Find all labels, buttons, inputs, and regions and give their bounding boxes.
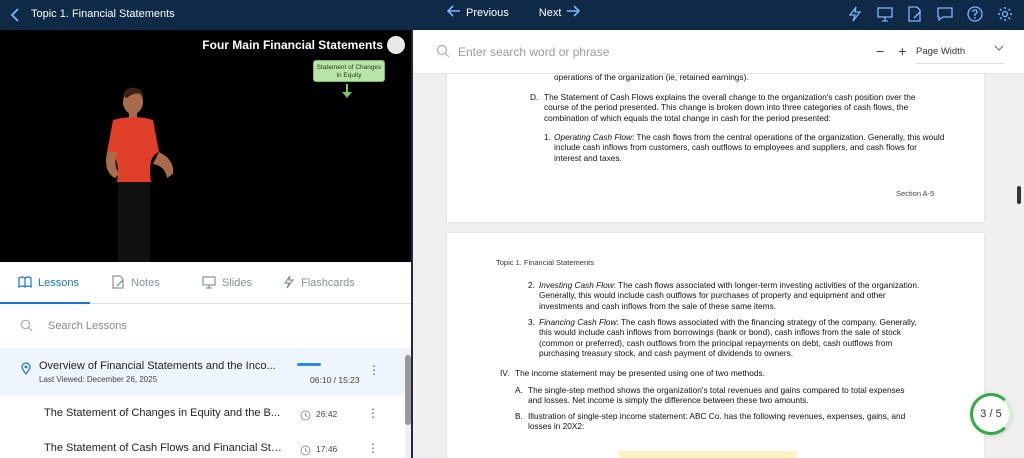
zoom-mode-select[interactable]: Page Width (916, 42, 1004, 64)
lesson-search-input[interactable]: Search Lessons (0, 305, 411, 347)
tab-label: Flashcards (301, 277, 355, 289)
page-text: Illustration of single-step income state… (528, 411, 906, 432)
video-callout: Statement of Changes in Equity (313, 60, 385, 82)
notes-icon (111, 274, 125, 292)
lightning-icon (283, 275, 295, 292)
next-button[interactable]: Next (539, 5, 581, 20)
table-highlight (619, 451, 797, 458)
zoom-mode-value: Page Width (916, 46, 966, 57)
video-player[interactable]: Four Main Financial Statements Statement… (0, 30, 411, 262)
page-text: Financing Cash Flow: The cash flows asso… (539, 317, 925, 358)
page-text: The Statement of Cash Flows explains the… (544, 92, 916, 123)
term: Investing Cash Flow (539, 280, 614, 290)
gear-icon[interactable] (996, 5, 1014, 23)
progress-bar (297, 363, 321, 366)
search-icon (436, 44, 450, 63)
search-placeholder: Search Lessons (48, 320, 127, 332)
list-item[interactable]: The Statement of Changes in Equity and t… (0, 395, 405, 432)
chevron-down-icon (994, 44, 1004, 55)
document-toolbar: Enter search word or phrase − + Page Wid… (413, 30, 1024, 74)
lesson-time: 17:46 (316, 444, 338, 454)
more-options-icon[interactable]: ⋮ (367, 441, 379, 455)
page-indicator-badge[interactable]: 3 / 5 (970, 393, 1012, 435)
tab-label: Notes (131, 277, 160, 289)
document-page: Topic 1. Financial Statements 2. Investi… (447, 233, 984, 458)
notes-icon[interactable] (906, 5, 924, 23)
page-title: Topic 1. Financial Statements (31, 8, 175, 20)
previous-button[interactable]: Previous (446, 5, 509, 20)
logo-icon (387, 36, 405, 54)
page-text: Operating Cash Flow: The cash flows from… (554, 132, 946, 163)
item-marker: 2. (528, 280, 535, 290)
lesson-time: 06:10 / 15:23 (310, 375, 360, 385)
active-tab-indicator (0, 302, 90, 304)
item-marker: IV. (500, 368, 510, 378)
lightning-icon[interactable] (846, 5, 864, 23)
arrow-right-icon (566, 5, 581, 20)
tab-notes[interactable]: Notes (111, 262, 160, 304)
tab-lessons[interactable]: Lessons (18, 262, 79, 304)
lesson-name: The Statement of Cash Flows and Financia… (44, 442, 282, 454)
item-marker: 3. (528, 317, 535, 327)
lesson-navigation: Previous Next (446, 5, 581, 20)
tab-slides[interactable]: Slides (202, 262, 252, 304)
sidebar-tabs: Lessons Notes Slides Flashcards (0, 262, 411, 304)
page-header: Topic 1. Financial Statements (496, 258, 594, 267)
arrow-left-icon (446, 5, 461, 20)
book-icon (18, 275, 32, 291)
item-marker: D. (530, 92, 539, 102)
page-text: Investing Cash Flow: The cash flows asso… (539, 280, 923, 311)
zoom-in-button[interactable]: + (898, 43, 906, 59)
last-viewed: Last Viewed: December 26, 2025 (39, 375, 158, 384)
page-footer: Section A-5 (896, 189, 935, 198)
presenter-figure (106, 87, 174, 262)
previous-label: Previous (466, 6, 509, 19)
clock-icon (300, 408, 311, 426)
list-item[interactable]: Overview of Financial Statements and the… (0, 348, 405, 395)
toolbar-icons (846, 5, 1014, 23)
page-text: operations of the organization (ie, reta… (554, 74, 749, 82)
page-text: The single-step method shows the organiz… (528, 385, 905, 406)
back-chevron-icon[interactable] (6, 5, 24, 25)
comment-icon[interactable] (936, 5, 954, 23)
location-pin-icon (21, 362, 31, 380)
zoom-controls: − + (876, 43, 906, 59)
item-marker: B. (515, 411, 523, 421)
lesson-name: Overview of Financial Statements and the… (39, 360, 276, 372)
document-page: operations of the organization (ie, reta… (447, 74, 984, 222)
search-icon (20, 319, 33, 337)
tab-label: Lessons (38, 277, 79, 289)
term: Financing Cash Flow (539, 317, 617, 327)
lesson-time: 26:42 (316, 409, 338, 419)
document-scrollbar-thumb[interactable] (1017, 186, 1021, 204)
clock-icon (300, 443, 311, 458)
item-marker: A. (515, 385, 523, 395)
tab-flashcards[interactable]: Flashcards (283, 262, 355, 304)
presentation-icon (202, 275, 216, 292)
presentation-icon[interactable] (876, 5, 894, 23)
next-label: Next (538, 6, 562, 19)
document-search-input[interactable]: Enter search word or phrase (458, 45, 609, 59)
help-icon[interactable] (966, 5, 984, 23)
top-bar: Topic 1. Financial Statements Previous N… (0, 0, 1024, 30)
lesson-name: The Statement of Changes in Equity and t… (44, 407, 281, 419)
document-viewer[interactable]: operations of the organization (ie, reta… (413, 74, 1024, 458)
zoom-out-button[interactable]: − (876, 43, 884, 59)
video-slide-title: Four Main Financial Statements (202, 38, 383, 52)
more-options-icon[interactable]: ⋮ (367, 406, 379, 420)
page-text: The income statement may be presented us… (515, 368, 765, 378)
item-marker: 1. (544, 132, 551, 142)
list-item[interactable]: The Statement of Cash Flows and Financia… (0, 432, 405, 458)
more-options-icon[interactable]: ⋮ (368, 363, 380, 377)
term: Operating Cash Flow (554, 132, 632, 142)
lesson-list: Overview of Financial Statements and the… (0, 348, 411, 458)
tab-label: Slides (222, 277, 252, 289)
